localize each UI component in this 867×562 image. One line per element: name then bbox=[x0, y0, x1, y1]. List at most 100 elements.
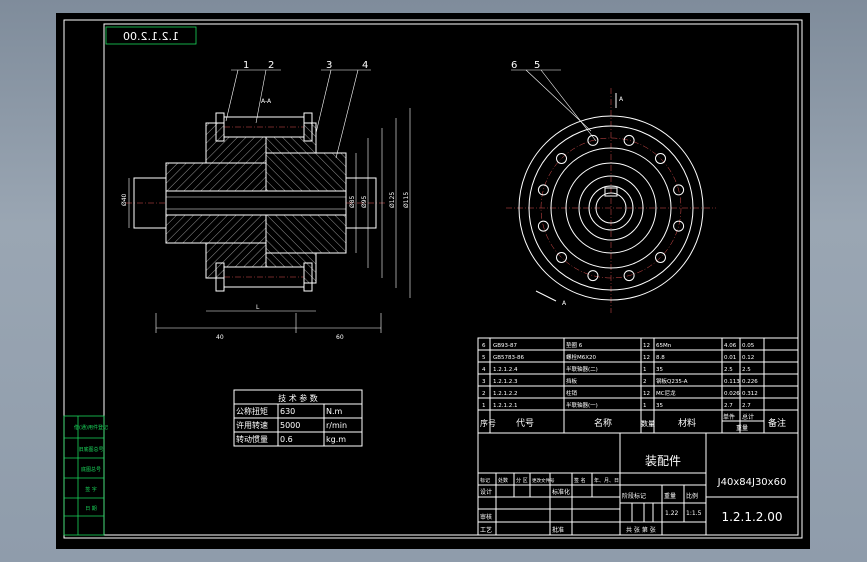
balloon-1: 1 bbox=[243, 60, 249, 71]
bom-code: GB5783-86 bbox=[493, 355, 525, 361]
balloon-5: 5 bbox=[534, 60, 540, 71]
tech-param-unit: N.m bbox=[326, 407, 343, 416]
bom-weight-total: 2.5 bbox=[742, 367, 751, 373]
section-mark: A-A bbox=[261, 98, 272, 105]
bom-material: 35 bbox=[656, 367, 663, 373]
left-dim-0: Ø40 bbox=[121, 193, 128, 206]
strip-2: 底图总号 bbox=[81, 466, 101, 473]
bom-name: 半联轴器(二) bbox=[566, 365, 598, 373]
mark-1: 处数 bbox=[498, 477, 508, 484]
hdr-single: 单件 bbox=[723, 413, 735, 421]
bom-no: 5 bbox=[482, 355, 486, 361]
right-dim-3: Ø115 bbox=[403, 192, 410, 208]
scale-value: 1:1.5 bbox=[686, 510, 702, 517]
tech-param-name: 许用转速 bbox=[236, 420, 268, 430]
inner-frame bbox=[103, 23, 799, 536]
strip-4: 日 期 bbox=[85, 506, 97, 512]
bom-name: 螺栓M6X20 bbox=[566, 353, 597, 361]
hdr-weight: 重量 bbox=[736, 424, 748, 432]
process-label: 工艺 bbox=[480, 526, 492, 534]
balloon-2: 2 bbox=[268, 60, 274, 71]
bom-no: 3 bbox=[482, 379, 486, 385]
sheet-info: 共 张 第 张 bbox=[626, 526, 656, 534]
tech-param-unit: r/min bbox=[326, 421, 347, 430]
view-mark-top: A bbox=[619, 96, 624, 103]
drawing-sheet[interactable]: 1.2.1.2.00 借(通)用件登记 旧底图总号 底图总号 签 字 日 期 1… bbox=[56, 13, 810, 549]
bom-qty: 12 bbox=[643, 391, 650, 397]
pin-hole-icon bbox=[655, 252, 666, 263]
pin-hole-icon bbox=[623, 134, 635, 146]
bom-no: 1 bbox=[482, 403, 486, 409]
bom-name: 半联轴器(一) bbox=[566, 401, 598, 409]
bom-no: 6 bbox=[482, 343, 486, 349]
left-dim-1: 40 bbox=[216, 334, 224, 341]
mark-4: 签 名 bbox=[574, 477, 586, 484]
tech-param-unit: kg.m bbox=[326, 435, 346, 444]
strip-3: 签 字 bbox=[85, 486, 97, 493]
cad-viewport[interactable]: 1.2.1.2.00 借(通)用件登记 旧底图总号 底图总号 签 字 日 期 1… bbox=[0, 0, 867, 562]
pin-hole-icon bbox=[673, 220, 685, 232]
tech-param-value: 0.6 bbox=[280, 435, 293, 444]
bom-weight-total: 0.05 bbox=[742, 343, 755, 349]
bom-code: 1.2.1.2.3 bbox=[493, 379, 518, 385]
bom-code: 1.2.1.2.1 bbox=[493, 403, 518, 409]
bom-material: 35 bbox=[656, 403, 663, 409]
bom-weight-single: 2.7 bbox=[724, 403, 733, 409]
bom-no: 4 bbox=[482, 367, 486, 373]
mark-0: 标记 bbox=[480, 477, 490, 484]
bom-qty: 1 bbox=[643, 403, 647, 409]
view-mark-bottom: A bbox=[562, 300, 567, 307]
bom-weight-single: 0.01 bbox=[724, 355, 736, 361]
tech-title: 技 术 参 数 bbox=[278, 393, 318, 403]
bom-weight-single: 2.5 bbox=[724, 367, 733, 373]
hdr-remark: 备注 bbox=[768, 417, 786, 429]
hdr-qty: 数量 bbox=[641, 419, 655, 428]
bom-qty: 12 bbox=[643, 355, 650, 361]
left-dim-3: L bbox=[256, 304, 260, 311]
standardize-label: 标准化 bbox=[552, 488, 570, 496]
bom-weight-single: 0.026 bbox=[724, 391, 740, 397]
right-dim-0: Ø85 bbox=[349, 195, 356, 208]
hdr-mat: 材料 bbox=[678, 417, 696, 429]
right-dim-2: Ø125 bbox=[389, 192, 396, 208]
stage-2: 比例 bbox=[686, 492, 698, 500]
bom-name: 柱销 bbox=[566, 389, 578, 397]
review-label: 审核 bbox=[480, 513, 492, 521]
bom-name: 垫圈 6 bbox=[566, 341, 583, 349]
hdr-name: 名称 bbox=[594, 417, 612, 429]
outer-frame bbox=[63, 19, 803, 539]
tech-param-name: 公称扭矩 bbox=[236, 406, 268, 416]
stage-1: 重量 bbox=[664, 492, 676, 500]
bom-material: 65Mn bbox=[656, 343, 672, 349]
bom-weight-total: 0.12 bbox=[742, 355, 754, 361]
pin-hole-icon bbox=[556, 153, 567, 164]
bom-code: GB93-87 bbox=[493, 343, 518, 349]
strip-1: 旧底图总号 bbox=[78, 446, 103, 453]
bom-weight-total: 0.226 bbox=[742, 379, 758, 385]
bom-qty: 1 bbox=[643, 367, 647, 373]
left-dim-2: 60 bbox=[336, 334, 344, 341]
pin-hole-icon bbox=[587, 270, 599, 282]
mark-3: 更改文件号 bbox=[532, 477, 555, 484]
pin-hole-icon bbox=[655, 153, 666, 164]
bom-qty: 12 bbox=[643, 343, 650, 349]
end-view[interactable] bbox=[506, 69, 716, 313]
hdr-total: 总计 bbox=[742, 413, 754, 421]
balloon-3: 3 bbox=[326, 60, 332, 71]
tech-param-value: 630 bbox=[280, 407, 295, 416]
balloon-4: 4 bbox=[362, 60, 368, 71]
design-label: 设计 bbox=[480, 488, 492, 496]
bom-weight-single: 0.113 bbox=[724, 379, 740, 385]
bom-weight-total: 2.7 bbox=[742, 403, 751, 409]
pin-hole-icon bbox=[556, 252, 567, 263]
approve-label: 批准 bbox=[552, 526, 564, 534]
hdr-no: 序号 bbox=[480, 418, 496, 428]
bom-material: 8.8 bbox=[656, 355, 665, 361]
tech-param-value: 5000 bbox=[280, 421, 300, 430]
stage-0: 阶段标记 bbox=[622, 492, 646, 500]
drawing-number: 1.2.1.2.00 bbox=[721, 510, 782, 524]
bom-material: MC尼龙 bbox=[656, 389, 676, 397]
side-strip: 借(通)用件登记 旧底图总号 底图总号 签 字 日 期 bbox=[63, 415, 108, 536]
mark-5: 年、月、日 bbox=[594, 477, 619, 484]
code-box-text: 1.2.1.2.00 bbox=[123, 30, 179, 43]
